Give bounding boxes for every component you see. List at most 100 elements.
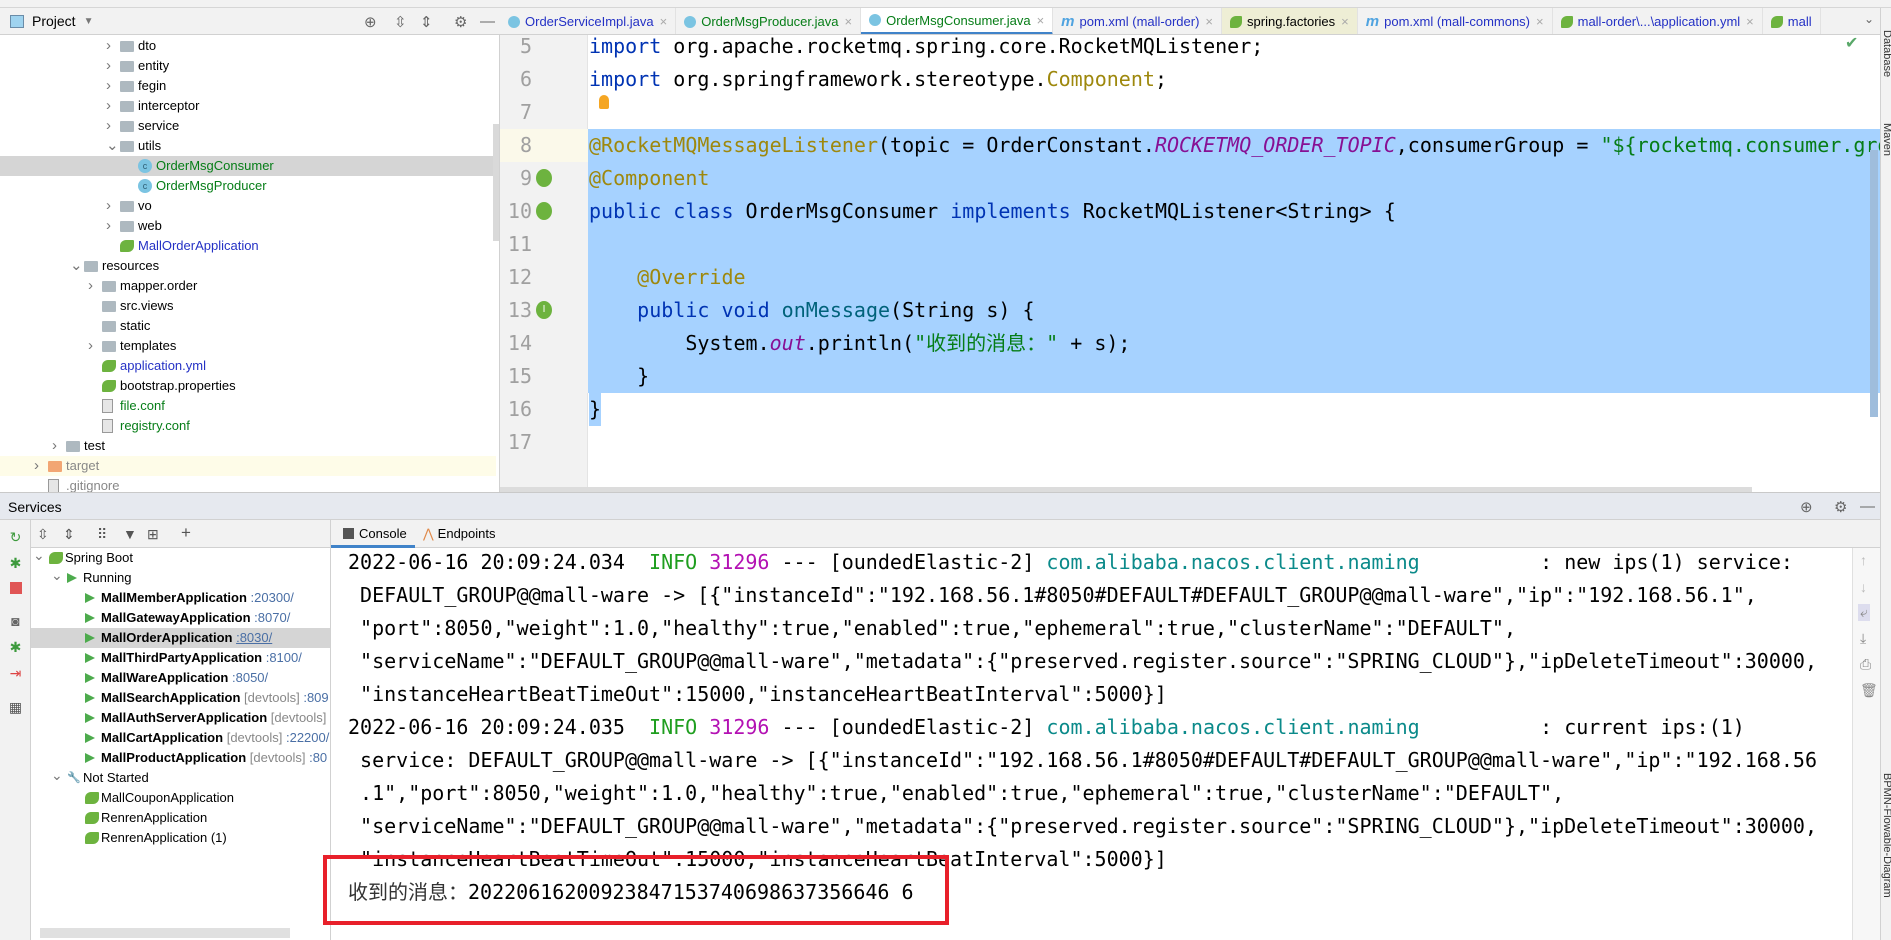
service-item[interactable]: RenrenApplication (1) bbox=[31, 828, 330, 848]
service-item[interactable]: MallThirdPartyApplication :8100/ bbox=[31, 648, 330, 668]
chevron-right-icon[interactable]: › bbox=[106, 36, 111, 56]
chevron-right-icon[interactable]: › bbox=[34, 456, 39, 476]
tree-item[interactable]: › fegin bbox=[0, 76, 496, 96]
code-editor[interactable]: 5 import org.apache.rocketmq.spring.core.… bbox=[500, 35, 1880, 492]
filter-icon[interactable]: ▼ bbox=[123, 526, 137, 542]
port-link[interactable]: :8050/ bbox=[232, 670, 268, 685]
code-line[interactable]: 8 @RocketMQMessageListener(topic = OrderC… bbox=[500, 129, 1880, 162]
tree-item[interactable]: › vo bbox=[0, 196, 496, 216]
down-arrow-icon[interactable]: ↓ bbox=[1860, 579, 1867, 595]
tree-item[interactable]: › mapper.order bbox=[0, 276, 496, 296]
code-line[interactable]: 13 I public void onMessage(String s) { bbox=[500, 294, 1880, 327]
service-item[interactable]: ⌄ Spring Boot bbox=[31, 548, 330, 568]
port-link[interactable]: :809 bbox=[303, 690, 328, 705]
code-line[interactable]: 6 import org.springframework.stereotype.C… bbox=[500, 63, 1880, 96]
chevron-down-icon[interactable]: ⌄ bbox=[106, 136, 119, 156]
tree-item[interactable]: ⌄ utils bbox=[0, 136, 496, 156]
service-item[interactable]: MallCartApplication [devtools] :22200/ bbox=[31, 728, 330, 748]
close-icon[interactable]: × bbox=[844, 14, 852, 29]
service-item[interactable]: RenrenApplication bbox=[31, 808, 330, 828]
spring-bean-icon[interactable] bbox=[536, 169, 552, 187]
tab-endpoints[interactable]: ⋀ Endpoints bbox=[423, 520, 496, 548]
new-tab-icon[interactable]: ⊞ bbox=[147, 526, 159, 543]
code-line[interactable]: 15 } bbox=[500, 360, 1880, 393]
soft-wrap-icon[interactable]: ⤶ bbox=[1858, 604, 1870, 621]
tab-ordermsgproducer-java[interactable]: OrderMsgProducer.java × bbox=[676, 8, 862, 34]
port-link[interactable]: :8070/ bbox=[254, 610, 290, 625]
port-link[interactable]: :8030/ bbox=[236, 630, 272, 645]
code-line[interactable]: 7 bbox=[500, 96, 1880, 129]
tab-orderserviceimpl-java[interactable]: OrderServiceImpl.java × bbox=[500, 8, 677, 34]
no-problems-check-icon[interactable]: ✔ bbox=[1845, 35, 1858, 53]
spring-class-icon[interactable] bbox=[536, 202, 552, 220]
chevron-right-icon[interactable]: › bbox=[106, 76, 111, 96]
tree-item[interactable]: › templates bbox=[0, 336, 496, 356]
rerun-icon[interactable]: ↻ bbox=[8, 530, 23, 545]
close-icon[interactable]: × bbox=[660, 14, 668, 29]
code-line[interactable]: 11 bbox=[500, 228, 1880, 261]
collapse-all-icon[interactable]: ⇕ bbox=[63, 526, 75, 543]
debug-attach-icon[interactable]: ✱ bbox=[8, 640, 23, 655]
chevron-right-icon[interactable]: › bbox=[88, 336, 93, 356]
tree-item[interactable]: static bbox=[0, 316, 496, 336]
close-icon[interactable]: × bbox=[1341, 14, 1349, 29]
chevron-right-icon[interactable]: › bbox=[106, 96, 111, 116]
implements-method-icon[interactable]: I bbox=[536, 301, 552, 319]
expand-all-icon[interactable]: ⇳ bbox=[37, 526, 49, 543]
code-line[interactable]: 5 import org.apache.rocketmq.spring.core.… bbox=[500, 35, 1880, 63]
chevron-right-icon[interactable]: › bbox=[52, 436, 57, 456]
service-item[interactable]: MallSearchApplication [devtools] :809 bbox=[31, 688, 330, 708]
tree-item[interactable]: › interceptor bbox=[0, 96, 496, 116]
tree-item[interactable]: c OrderMsgConsumer bbox=[0, 156, 496, 176]
group-by-icon[interactable]: ⠿ bbox=[97, 526, 107, 543]
collapse-all-icon[interactable]: ⇕ bbox=[420, 13, 433, 31]
trash-icon[interactable]: 🗑 bbox=[1860, 682, 1878, 699]
add-service-icon[interactable]: + bbox=[181, 523, 191, 543]
service-item[interactable]: MallWareApplication :8050/ bbox=[31, 668, 330, 688]
tab-console[interactable]: Console bbox=[331, 520, 415, 548]
exit-icon[interactable]: ⇥ bbox=[8, 666, 23, 681]
stop-icon[interactable] bbox=[10, 582, 22, 594]
tree-item[interactable]: registry.conf bbox=[0, 416, 496, 436]
hide-icon[interactable]: — bbox=[1860, 498, 1875, 515]
service-item[interactable]: ⌄ 🔧 Not Started bbox=[31, 765, 330, 788]
chevron-down-icon[interactable]: ⌄ bbox=[51, 765, 63, 785]
tree-item[interactable]: application.yml bbox=[0, 356, 496, 376]
tree-item[interactable]: MallOrderApplication bbox=[0, 236, 496, 256]
service-item[interactable]: MallProductApplication [devtools] :80 bbox=[31, 748, 330, 768]
port-link[interactable]: :22200/ bbox=[286, 730, 329, 745]
code-line[interactable]: 12 @Override bbox=[500, 261, 1880, 294]
chevron-down-icon[interactable]: ▼ bbox=[84, 16, 94, 27]
expand-all-icon[interactable]: ⇳ bbox=[394, 13, 407, 31]
service-item[interactable]: MallOrderApplication :8030/ bbox=[31, 628, 330, 648]
tree-item[interactable]: bootstrap.properties bbox=[0, 376, 496, 396]
code-line[interactable]: 14 System.out.println("收到的消息：" + s); bbox=[500, 327, 1880, 360]
locate-icon[interactable]: ⊕ bbox=[1800, 498, 1813, 516]
tab-ordermsgconsumer-java[interactable]: OrderMsgConsumer.java × bbox=[861, 8, 1054, 34]
tree-item[interactable]: ⌄ resources bbox=[0, 256, 496, 276]
chevron-right-icon[interactable]: › bbox=[106, 56, 111, 76]
tree-item[interactable]: src.views bbox=[0, 296, 496, 316]
gear-icon[interactable]: ⚙ bbox=[1834, 498, 1847, 516]
service-item[interactable]: MallCouponApplication bbox=[31, 788, 330, 808]
tab-pom-xml-mall-order-[interactable]: m pom.xml (mall-order) × bbox=[1053, 8, 1223, 34]
port-link[interactable]: :8100/ bbox=[266, 650, 302, 665]
chevron-right-icon[interactable]: › bbox=[106, 116, 111, 136]
tree-item[interactable]: c OrderMsgProducer bbox=[0, 176, 496, 196]
chevron-right-icon[interactable]: › bbox=[106, 196, 111, 216]
camera-icon[interactable]: ◙ bbox=[8, 614, 23, 629]
close-icon[interactable]: × bbox=[1536, 14, 1544, 29]
tree-item[interactable]: › web bbox=[0, 216, 496, 236]
bpmn-diagram-tool-button[interactable]: BPMN-Flowable-Diagram bbox=[1881, 773, 1891, 898]
tab-list-chevron-icon[interactable]: ⌄ bbox=[1864, 12, 1874, 26]
lightbulb-icon[interactable] bbox=[599, 95, 609, 109]
tree-item[interactable]: .gitignore bbox=[0, 476, 496, 492]
tab-spring-factories[interactable]: spring.factories × bbox=[1222, 8, 1358, 34]
code-line[interactable]: 10 public class OrderMsgConsumer implemen… bbox=[500, 195, 1880, 228]
code-line[interactable]: 9 @Component bbox=[500, 162, 1880, 195]
locate-icon[interactable]: ⊕ bbox=[364, 13, 377, 31]
close-icon[interactable]: × bbox=[1746, 14, 1754, 29]
service-item[interactable]: MallMemberApplication :20300/ bbox=[31, 588, 330, 608]
chevron-down-icon[interactable]: ⌄ bbox=[70, 256, 83, 276]
tab-pom-xml-mall-commons-[interactable]: m pom.xml (mall-commons) × bbox=[1358, 8, 1553, 34]
